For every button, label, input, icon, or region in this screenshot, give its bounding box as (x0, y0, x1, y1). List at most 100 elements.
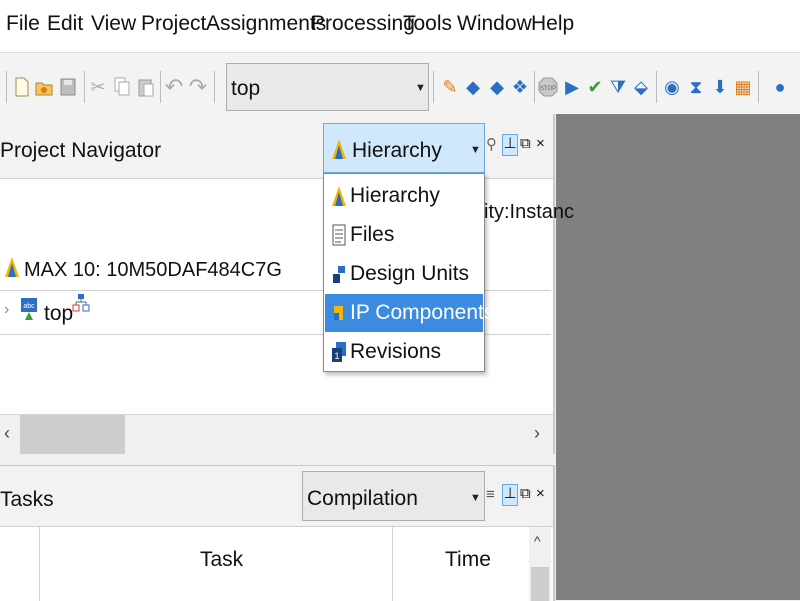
ip-component-icon (331, 302, 347, 324)
column-divider (392, 527, 393, 601)
chevron-down-icon: ▼ (470, 144, 481, 156)
assembler-icon[interactable]: ❖ (510, 77, 530, 97)
menu-tools[interactable]: Tools (403, 11, 452, 37)
hierarchy-icon (331, 185, 347, 207)
scroll-up-icon[interactable]: ^ (534, 533, 541, 549)
dropdown-item-label: Hierarchy (350, 184, 440, 207)
pin-icon[interactable]: ⊥ (502, 134, 518, 156)
programmer-icon[interactable]: ⬇ (710, 77, 730, 97)
hierarchy-children-icon (72, 293, 90, 318)
dropdown-item-label: Design Units (350, 262, 470, 285)
save-icon[interactable] (58, 77, 78, 97)
pin-icon[interactable]: ⊥ (502, 484, 518, 506)
help-bubble-icon[interactable]: ● (770, 77, 790, 97)
svg-text:STOP: STOP (540, 86, 556, 92)
toolbar-separator (758, 71, 759, 103)
design-units-icon (331, 263, 347, 285)
menu-project[interactable]: Project (141, 11, 206, 37)
new-file-icon[interactable] (12, 77, 32, 97)
close-icon[interactable]: × (536, 485, 545, 503)
svg-text:abc: abc (23, 303, 35, 310)
dropdown-item-design-units[interactable]: Design Units (325, 255, 483, 293)
menu-processing[interactable]: Processing (311, 11, 415, 37)
top-entity-value: top (231, 77, 261, 100)
vertical-scrollbar[interactable]: ^ (529, 527, 551, 601)
close-icon[interactable]: × (536, 135, 545, 153)
toolbar-separator (534, 71, 535, 103)
horizontal-scrollbar[interactable]: ‹ › (0, 414, 553, 455)
undo-icon[interactable]: ↶ (164, 76, 184, 98)
stop-icon[interactable]: STOP (538, 77, 558, 97)
scrollbar-thumb[interactable] (20, 415, 125, 454)
dropdown-item-label: Files (350, 223, 395, 246)
hierarchy-icon (331, 138, 347, 165)
ip-catalog-icon[interactable]: ▦ (733, 77, 753, 97)
search-icon[interactable]: ⚲ (486, 136, 497, 154)
menu-view[interactable]: View (91, 11, 136, 37)
navigator-view-value: Hierarchy (352, 139, 442, 162)
toolbar-separator (433, 71, 434, 103)
copy-icon[interactable] (112, 77, 132, 97)
svg-text:1: 1 (334, 351, 339, 361)
top-entity-combo[interactable]: top ▼ (226, 63, 429, 111)
chevron-down-icon: ▼ (470, 492, 481, 504)
dropdown-item-revisions[interactable]: 1 Revisions (325, 333, 483, 371)
toolbar-separator (656, 71, 657, 103)
start-analysis-icon[interactable]: ✔ (585, 77, 605, 97)
toolbar-separator (84, 71, 85, 103)
file-document-icon (331, 224, 347, 246)
float-window-icon[interactable]: ⧉ (520, 135, 531, 153)
entity-instance-column-header: ity:Instanc (484, 201, 575, 223)
top-entity-label: top (44, 302, 74, 325)
menu-window[interactable]: Window (457, 11, 532, 37)
task-column-header[interactable]: Task (200, 548, 243, 572)
tasks-title: Tasks (0, 488, 54, 511)
task-table-header: Task Time (0, 527, 528, 601)
chevron-right-icon[interactable]: › (4, 301, 9, 319)
menu-edit[interactable]: Edit (47, 11, 83, 37)
menu-help[interactable]: Help (531, 11, 574, 37)
tasks-header: Tasks Compilation ▼ ≡ ⊥ ⧉ × (0, 466, 553, 527)
project-navigator-title: Project Navigator (0, 139, 162, 162)
column-divider (39, 527, 40, 601)
menu-bar: File Edit View Project Assignments Proce… (0, 0, 800, 52)
task-flow-value: Compilation (307, 487, 418, 510)
toolbar-separator (160, 71, 161, 103)
project-navigator-header: Project Navigator Hierarchy ▼ ⚲ ⊥ ⧉ × (0, 114, 553, 179)
start-compilation-icon[interactable]: ▶ (562, 77, 582, 97)
toolbar-separator (214, 71, 215, 103)
navigator-view-combo[interactable]: Hierarchy ▼ (323, 123, 485, 173)
paste-icon[interactable] (136, 77, 156, 97)
chip-planner-icon[interactable]: ⬙ (631, 77, 651, 97)
dropdown-item-label: Revisions (350, 340, 442, 363)
globe-icon[interactable]: ◉ (662, 77, 682, 97)
menu-file[interactable]: File (6, 11, 40, 37)
dropdown-item-ip-components[interactable]: IP Components (325, 294, 494, 332)
analysis-synthesis-icon[interactable]: ◆ (463, 77, 483, 97)
scroll-left-icon[interactable]: ‹ (4, 423, 10, 444)
fitter-icon[interactable]: ◆ (487, 77, 507, 97)
scroll-right-icon[interactable]: › (534, 423, 540, 444)
float-window-icon[interactable]: ⧉ (520, 485, 531, 503)
list-menu-icon[interactable]: ≡ (486, 486, 495, 504)
dropdown-item-hierarchy[interactable]: Hierarchy (325, 177, 483, 215)
scrollbar-thumb[interactable] (531, 567, 549, 601)
redo-icon[interactable]: ↷ (188, 76, 208, 98)
open-folder-icon[interactable] (34, 77, 54, 97)
menu-assignments[interactable]: Assignments (206, 11, 326, 37)
cut-icon[interactable]: ✂ (88, 77, 108, 97)
netlist-viewer-icon[interactable]: ⧗ (686, 77, 706, 97)
timing-analyzer-icon[interactable]: ⧩ (608, 77, 628, 97)
pencil-icon[interactable]: ✎ (440, 77, 460, 97)
toolbar-grip (6, 71, 7, 103)
device-label: MAX 10: 10M50DAF484C7G (24, 259, 282, 281)
dropdown-item-files[interactable]: Files (325, 216, 483, 254)
tasks-panel: Tasks Compilation ▼ ≡ ⊥ ⧉ × Task Time ^ (0, 465, 555, 601)
task-flow-combo[interactable]: Compilation ▼ (302, 471, 485, 521)
workspace-area (556, 114, 800, 600)
chevron-down-icon: ▼ (415, 82, 426, 94)
dropdown-item-label: IP Components (350, 301, 495, 324)
entity-abc-icon: abc (20, 297, 38, 326)
navigator-view-dropdown: Hierarchy Files Design Units IP Componen… (323, 173, 494, 372)
time-column-header[interactable]: Time (445, 548, 491, 572)
